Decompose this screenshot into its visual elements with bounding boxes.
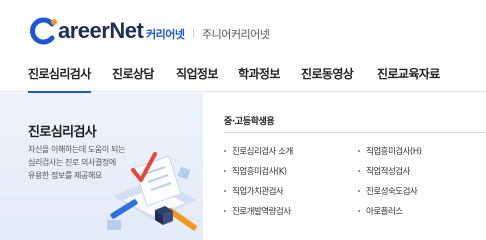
nav-item-job-info[interactable]: 직업정보 bbox=[176, 65, 218, 82]
header-divider bbox=[193, 28, 194, 38]
menu-link-interest-test-h[interactable]: 직업흥미검사(H) bbox=[357, 145, 422, 157]
site-header: areerNet 커리어넷 주니어커리어넷 bbox=[0, 0, 486, 54]
menu-link-career-test-intro[interactable]: 진로심리검사 소개 bbox=[224, 145, 293, 157]
menu-left-panel: 진로심리검사 자신을 이해하는데 도움이 되는 심리검사는 진로 의사결정에 유… bbox=[0, 93, 203, 240]
nav-item-major-info[interactable]: 학과정보 bbox=[238, 65, 280, 82]
section-divider bbox=[224, 132, 486, 133]
logo-text: areerNet bbox=[58, 18, 144, 43]
nav-item-career-video[interactable]: 진로동영상 bbox=[301, 65, 354, 82]
menu-link-maturity-test[interactable]: 진로성숙도검사 bbox=[357, 185, 418, 197]
main-nav: 진로심리검사 진로상담 직업정보 학과정보 진로동영상 진로교육자료 bbox=[0, 54, 486, 94]
panel-title: 진로심리검사 bbox=[28, 125, 97, 140]
junior-careernet-site-link[interactable]: 주니어커리어넷 bbox=[202, 26, 270, 42]
menu-link-aroplus[interactable]: 아로플러스 bbox=[358, 205, 403, 217]
menu-link-competency-test[interactable]: 진로개발역량검사 bbox=[224, 205, 291, 217]
careernet-logo[interactable]: areerNet bbox=[28, 16, 144, 46]
menu-link-values-test[interactable]: 직업가치관검사 bbox=[223, 185, 284, 197]
careernet-logo-icon bbox=[30, 17, 57, 45]
checklist-illustration-icon bbox=[107, 152, 197, 231]
menu-link-aptitude-test[interactable]: 직업적성검사 bbox=[358, 165, 410, 177]
menu-right-panel: 중·고등학생용 진로심리검사 소개 직업흥미검사(K) 직업가치관검사 진로개발… bbox=[203, 93, 486, 240]
menu-link-interest-test-k[interactable]: 직업흥미검사(K) bbox=[224, 165, 287, 177]
nav-item-career-test[interactable]: 진로심리검사 bbox=[28, 65, 91, 94]
nav-item-career-materials[interactable]: 진로교육자료 bbox=[377, 65, 440, 82]
section-heading: 중·고등학생용 bbox=[224, 117, 275, 127]
nav-item-career-counseling[interactable]: 진로상담 bbox=[112, 65, 154, 82]
careernet-site-link[interactable]: 커리어넷 bbox=[146, 26, 185, 42]
